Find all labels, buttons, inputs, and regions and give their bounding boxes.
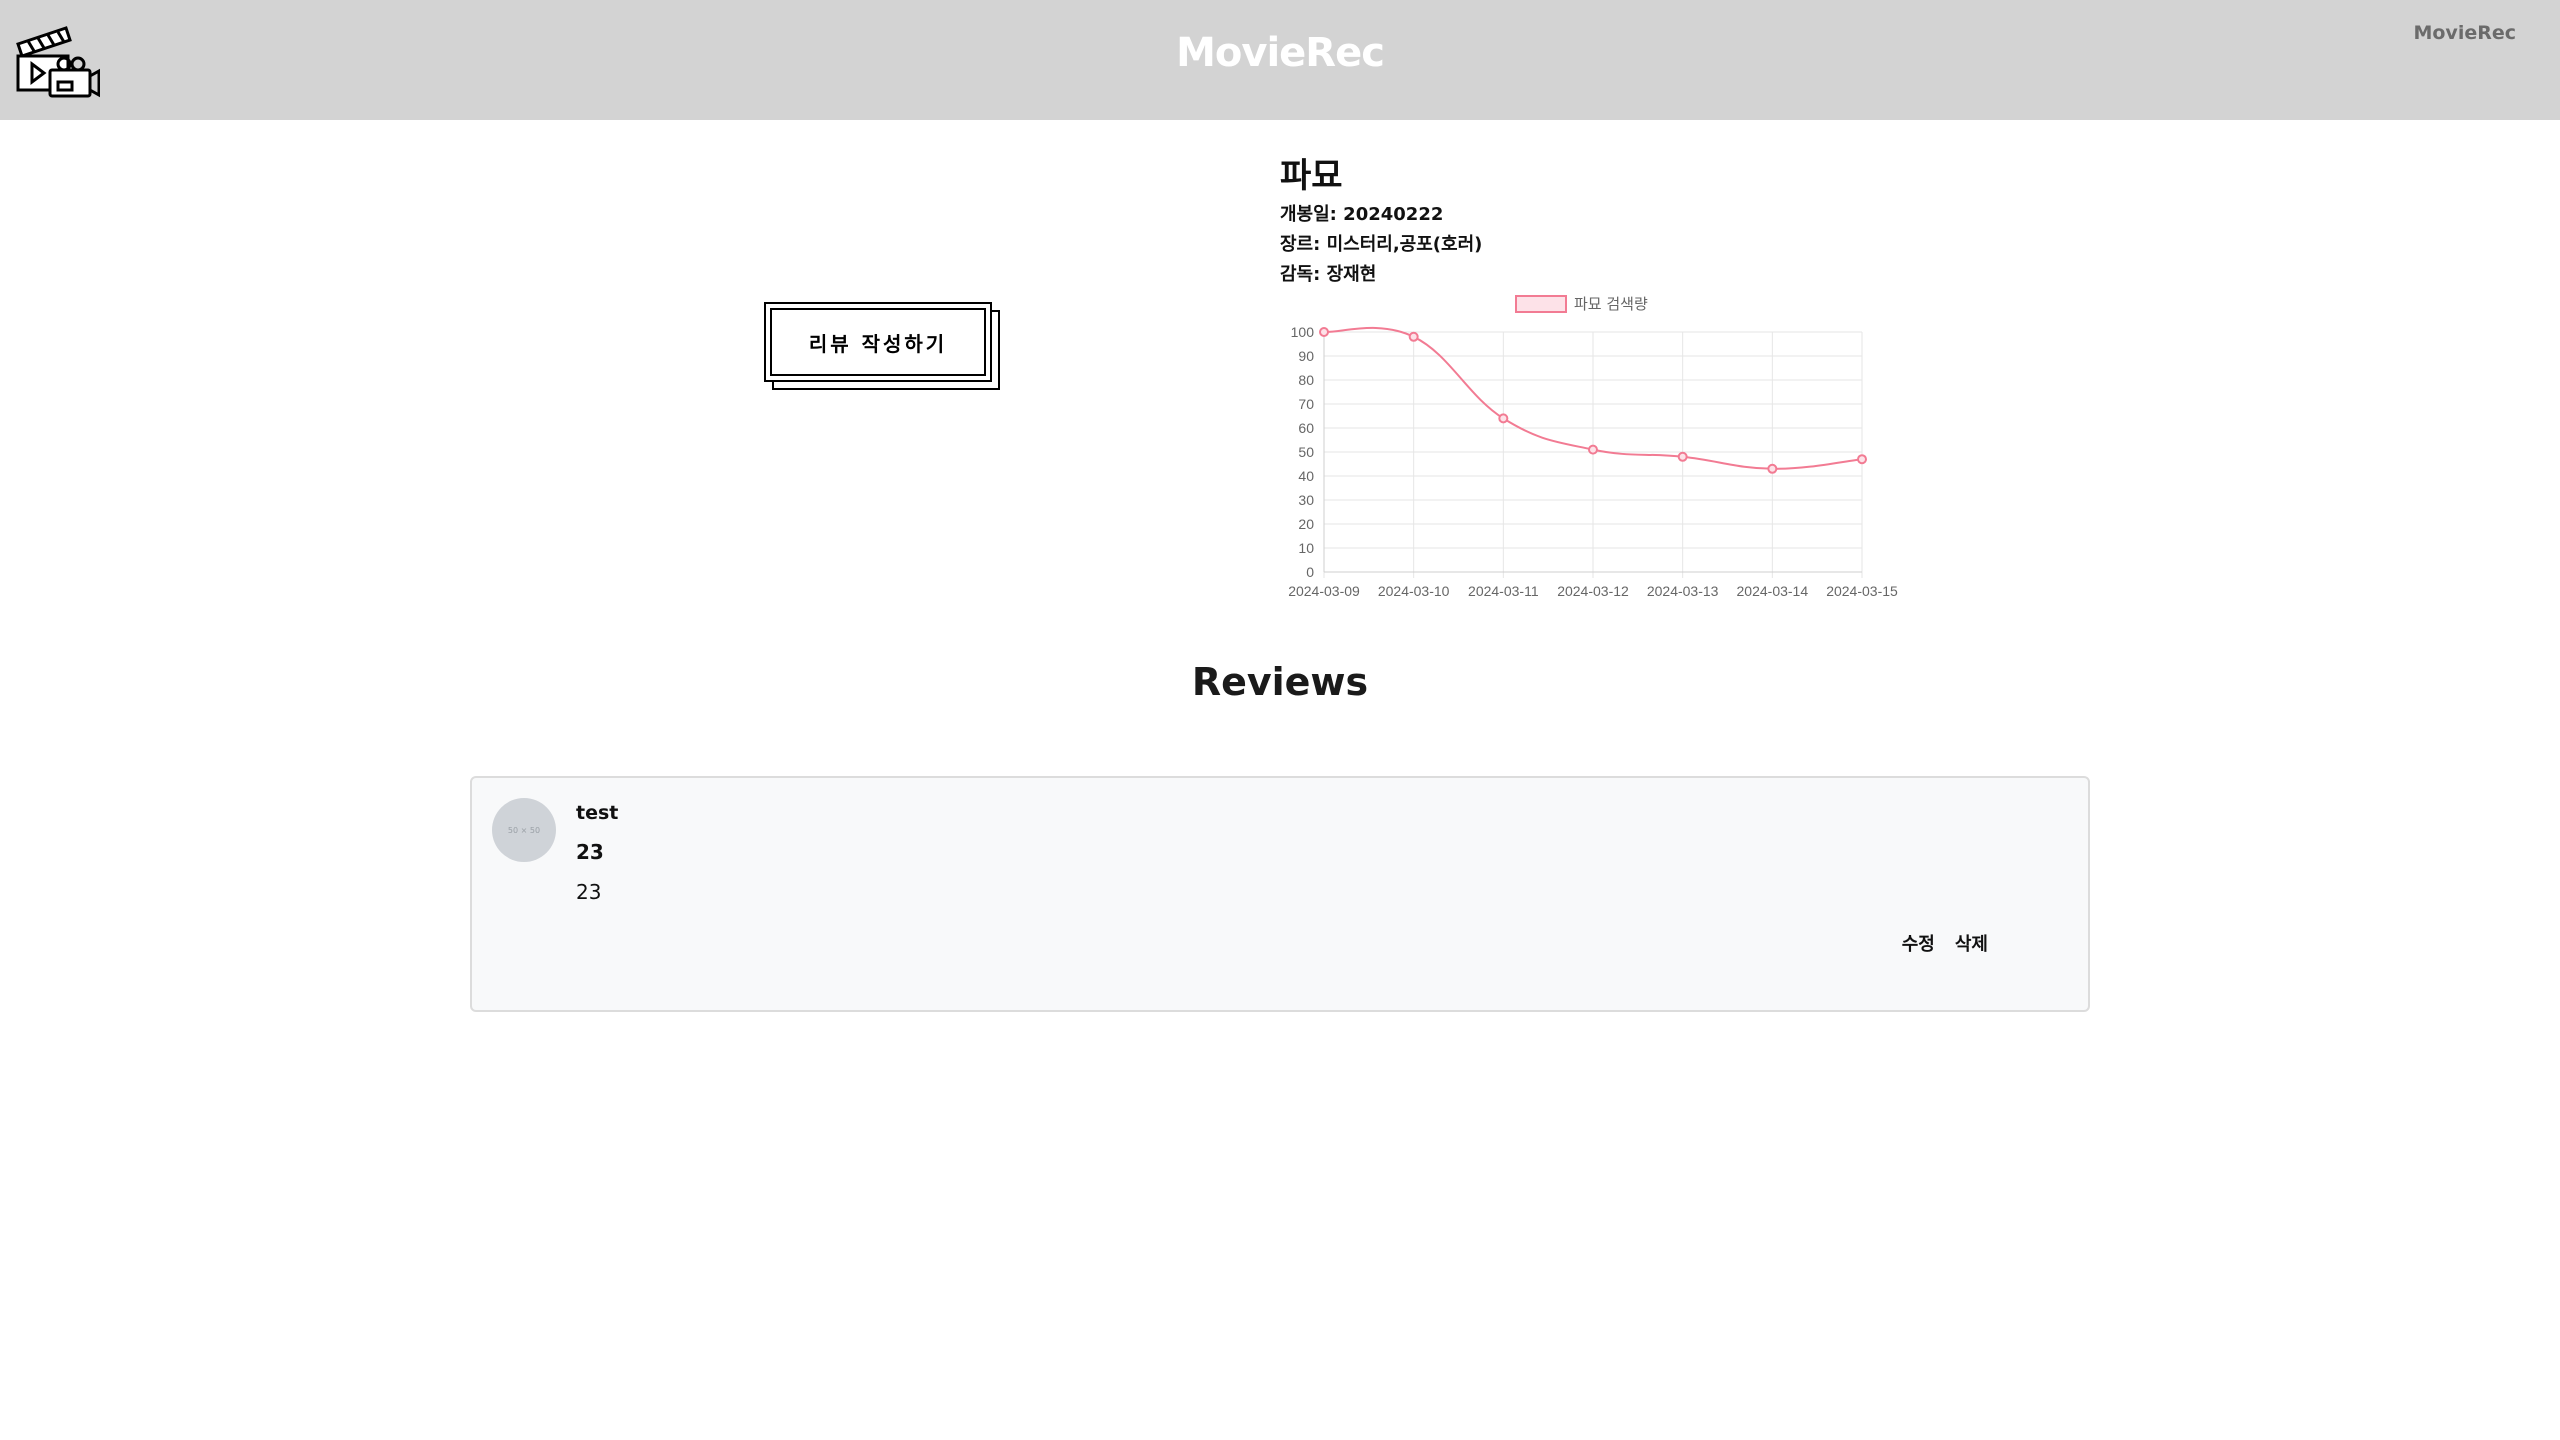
review-content: 23 — [576, 880, 602, 904]
y-tick-label: 10 — [1298, 540, 1314, 556]
data-point — [1408, 331, 1419, 342]
x-tick-label: 2024-03-11 — [1468, 583, 1539, 599]
reviews-heading: Reviews — [1191, 660, 1369, 704]
movie-title: 파묘 — [1280, 156, 1343, 196]
y-tick-label: 80 — [1298, 372, 1314, 388]
x-tick-label: 2024-03-12 — [1557, 583, 1629, 599]
review-rating: 23 — [576, 840, 604, 864]
data-point — [1319, 327, 1329, 337]
genre-value: 미스터리,공포(호러) — [1326, 234, 1483, 255]
y-tick-label: 100 — [1291, 324, 1315, 340]
genre-label: 장르: — [1280, 234, 1321, 255]
y-tick-label: 0 — [1306, 564, 1314, 580]
data-point — [1857, 454, 1867, 465]
y-tick-label: 50 — [1298, 444, 1314, 460]
avatar: 50 × 50 — [492, 798, 556, 862]
x-tick-label: 2024-03-15 — [1826, 583, 1898, 599]
write-review-button[interactable]: 리뷰 작성하기 — [764, 302, 992, 382]
director-row: 감독: 장재현 — [1280, 260, 1482, 290]
release-date-row: 개봉일: 20240222 — [1280, 200, 1482, 230]
review-author: test — [576, 802, 619, 824]
legend-label: 파묘 검색량 — [1574, 295, 1648, 313]
nav-home-link[interactable]: MovieRec — [2413, 22, 2516, 44]
write-review-button-wrapper: 리뷰 작성하기 — [764, 302, 1000, 390]
y-tick-label: 40 — [1298, 468, 1314, 484]
data-point — [1767, 463, 1778, 474]
y-tick-label: 60 — [1298, 420, 1314, 436]
top-header: MovieRec MovieRec — [0, 0, 2560, 120]
director-value: 장재현 — [1326, 264, 1377, 285]
x-tick-label: 2024-03-13 — [1647, 583, 1719, 599]
brand-title[interactable]: MovieRec — [0, 30, 2560, 76]
data-point — [1498, 413, 1509, 424]
x-tick-label: 2024-03-10 — [1378, 583, 1450, 599]
release-date-value: 20240222 — [1343, 204, 1444, 225]
y-tick-label: 90 — [1298, 348, 1314, 364]
y-tick-label: 70 — [1298, 396, 1314, 412]
legend-swatch — [1515, 295, 1567, 313]
genre-row: 장르: 미스터리,공포(호러) — [1280, 230, 1482, 260]
delete-review-button[interactable]: 삭제 — [1955, 930, 1988, 956]
release-date-label: 개봉일: — [1280, 204, 1337, 225]
y-tick-label: 30 — [1298, 492, 1314, 508]
review-actions: 수정 삭제 — [1902, 930, 1988, 956]
x-tick-label: 2024-03-14 — [1737, 583, 1809, 599]
y-tick-label: 20 — [1298, 516, 1314, 532]
movie-details: 파묘 개봉일: 20240222 장르: 미스터리,공포(호러) 감독: 장재현 — [1280, 148, 1920, 285]
director-label: 감독: — [1280, 264, 1321, 285]
x-tick-label: 2024-03-09 — [1288, 583, 1360, 599]
data-point — [1588, 444, 1598, 455]
edit-review-button[interactable]: 수정 — [1902, 930, 1935, 956]
review-card: 50 × 50 test 23 23 수정 삭제 — [470, 776, 2090, 1012]
movie-meta-list: 개봉일: 20240222 장르: 미스터리,공포(호러) 감독: 장재현 — [1280, 200, 1482, 290]
search-volume-chart: 0 10 20 30 40 50 60 70 80 90 100 2024-03-09 2024-03-… — [1288, 295, 1898, 599]
data-point — [1677, 451, 1688, 462]
